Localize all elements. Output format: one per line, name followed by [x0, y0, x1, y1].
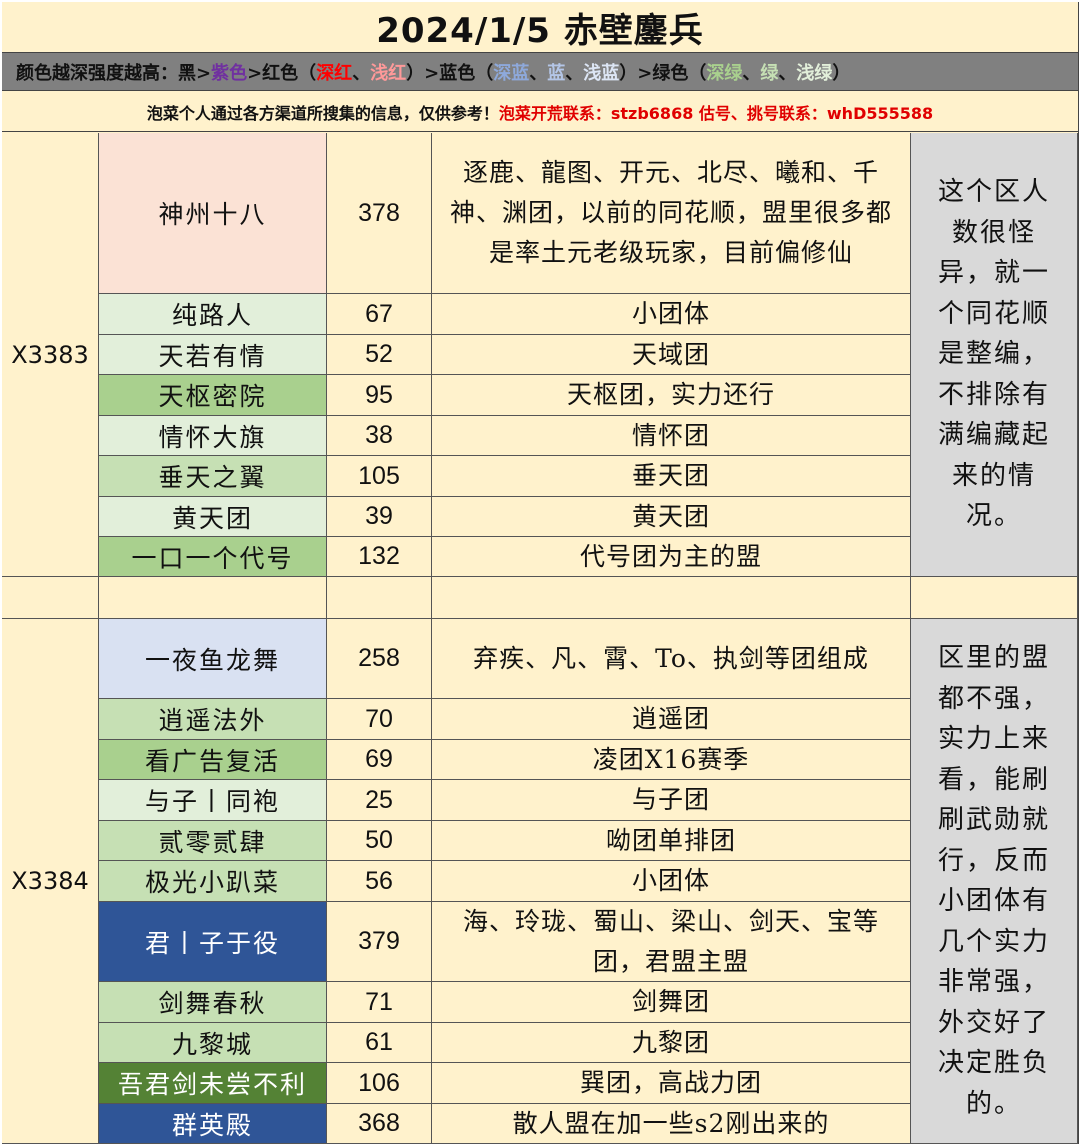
member-count: 379	[327, 902, 432, 982]
alliance-name: 九黎城	[99, 1023, 327, 1063]
alliance-description: 天枢团，实力还行	[432, 375, 911, 416]
alliance-name: 吾君剑未尝不利	[99, 1063, 327, 1104]
legend-segment: >红色（	[247, 62, 317, 84]
member-count: 105	[327, 456, 432, 497]
alliance-name: 与子丨同袍	[99, 780, 327, 821]
spreadsheet: 2024/1/5 赤壁鏖兵 颜色越深强度越高：黑> 紫色 >红色（ 深红、浅红 ）>蓝色…	[2, 2, 1079, 1144]
alliance-description: 巽团，高战力团	[432, 1063, 911, 1104]
alliance-description: 小团体	[432, 861, 911, 902]
alliance-name: 群英殿	[99, 1104, 327, 1144]
empty-cell	[2, 577, 99, 619]
alliance-name: 逍遥法外	[99, 699, 327, 740]
disclaimer-text: 泡菜个人通过各方渠道所搜集的信息，仅供参考！	[146, 103, 499, 123]
alliance-description: 弃疾、凡、霄、To、执剑等团组成	[432, 619, 911, 699]
legend-segment: 、	[529, 62, 548, 84]
alliance-description: 海、玲珑、蜀山、梁山、剑天、宝等团，君盟主盟	[432, 902, 911, 982]
member-count: 106	[327, 1063, 432, 1104]
contact-text: 泡菜开荒联系：stzb6868 估号、挑号联系：whD555588	[498, 103, 934, 123]
member-count: 95	[327, 375, 432, 416]
member-count: 69	[327, 740, 432, 780]
alliance-description: 九黎团	[432, 1023, 911, 1063]
page-title: 2024/1/5 赤壁鏖兵	[2, 2, 1078, 53]
member-count: 39	[327, 497, 432, 537]
legend-segment: 、	[352, 62, 371, 84]
alliance-description: 黄天团	[432, 497, 911, 537]
alliance-name: 看广告复活	[99, 740, 327, 780]
server-remark: 区里的盟都不强，实力上来看，能刷刷武勋就行，反而小团体有几个实力非常强，外交好了…	[911, 619, 1078, 1144]
member-count: 132	[327, 537, 432, 577]
alliance-name: 天若有情	[99, 335, 327, 375]
legend-segment: 浅蓝	[583, 62, 620, 84]
member-count: 38	[327, 416, 432, 456]
alliance-name: 一口一个代号	[99, 537, 327, 577]
alliance-description: 散人盟在加一些s2刚出来的	[432, 1104, 911, 1144]
disclaimer-row: 泡菜个人通过各方渠道所搜集的信息，仅供参考！ 泡菜开荒联系：stzb6868 估号…	[2, 92, 1078, 132]
member-count: 25	[327, 780, 432, 821]
member-count: 50	[327, 821, 432, 861]
alliance-description: 逍遥团	[432, 699, 911, 740]
legend-segment: 、	[565, 62, 584, 84]
alliance-name: 君丨子于役	[99, 902, 327, 982]
legend-segment: 浅绿	[796, 62, 833, 84]
alliance-description: 逐鹿、龍图、开元、北尽、曦和、千神、渊团，以前的同花顺，盟里很多都是率土元老级玩…	[432, 133, 911, 294]
alliance-name: 剑舞春秋	[99, 982, 327, 1023]
member-count: 61	[327, 1023, 432, 1063]
alliance-name: 天枢密院	[99, 375, 327, 416]
legend-segment: ）>绿色（	[619, 62, 707, 84]
alliance-name: 垂天之翼	[99, 456, 327, 497]
member-count: 258	[327, 619, 432, 699]
alliance-name: 贰零贰肆	[99, 821, 327, 861]
server-id: X3383	[2, 133, 99, 577]
legend-segment: 深红	[316, 62, 353, 84]
server-remark: 这个区人数很怪异，就一个同花顺是整编，不排除有满编藏起来的情况。	[911, 133, 1078, 577]
alliance-name: 神州十八	[99, 133, 327, 294]
legend-segment: ）>蓝色（	[406, 62, 494, 84]
alliance-description: 小团体	[432, 294, 911, 335]
alliance-name: 极光小趴菜	[99, 861, 327, 902]
legend-segment: 深蓝	[493, 62, 530, 84]
alliance-name: 黄天团	[99, 497, 327, 537]
alliance-description: 代号团为主的盟	[432, 537, 911, 577]
alliance-name: 纯路人	[99, 294, 327, 335]
member-count: 368	[327, 1104, 432, 1144]
alliance-description: 剑舞团	[432, 982, 911, 1023]
empty-cell	[99, 577, 327, 619]
alliance-description: 天域团	[432, 335, 911, 375]
member-count: 56	[327, 861, 432, 902]
color-legend: 颜色越深强度越高：黑> 紫色 >红色（ 深红、浅红 ）>蓝色（ 深蓝、蓝、浅蓝 ）>绿色（深…	[2, 53, 1078, 91]
alliance-name: 情怀大旗	[99, 416, 327, 456]
member-count: 70	[327, 699, 432, 740]
alliance-description: 凌团X16赛季	[432, 740, 911, 780]
legend-segment: 、	[742, 62, 761, 84]
empty-cell	[911, 577, 1078, 619]
legend-segment: 、	[778, 62, 797, 84]
legend-segment: 绿	[760, 62, 779, 84]
alliance-description: 呦团单排团	[432, 821, 911, 861]
empty-cell	[327, 577, 432, 619]
alliance-name: 一夜鱼龙舞	[99, 619, 327, 699]
server-id: X3384	[2, 619, 99, 1144]
legend-segment: 紫色	[211, 62, 248, 84]
member-count: 67	[327, 294, 432, 335]
alliance-description: 垂天团	[432, 456, 911, 497]
alliance-description: 与子团	[432, 780, 911, 821]
empty-cell	[432, 577, 911, 619]
member-count: 52	[327, 335, 432, 375]
legend-segment: 深绿	[706, 62, 743, 84]
legend-segment: 浅红	[370, 62, 407, 84]
legend-segment: 蓝	[547, 62, 566, 84]
member-count: 378	[327, 133, 432, 294]
alliance-description: 情怀团	[432, 416, 911, 456]
member-count: 71	[327, 982, 432, 1023]
legend-segment: 颜色越深强度越高：黑>	[16, 62, 212, 84]
legend-segment: ）	[832, 62, 851, 84]
